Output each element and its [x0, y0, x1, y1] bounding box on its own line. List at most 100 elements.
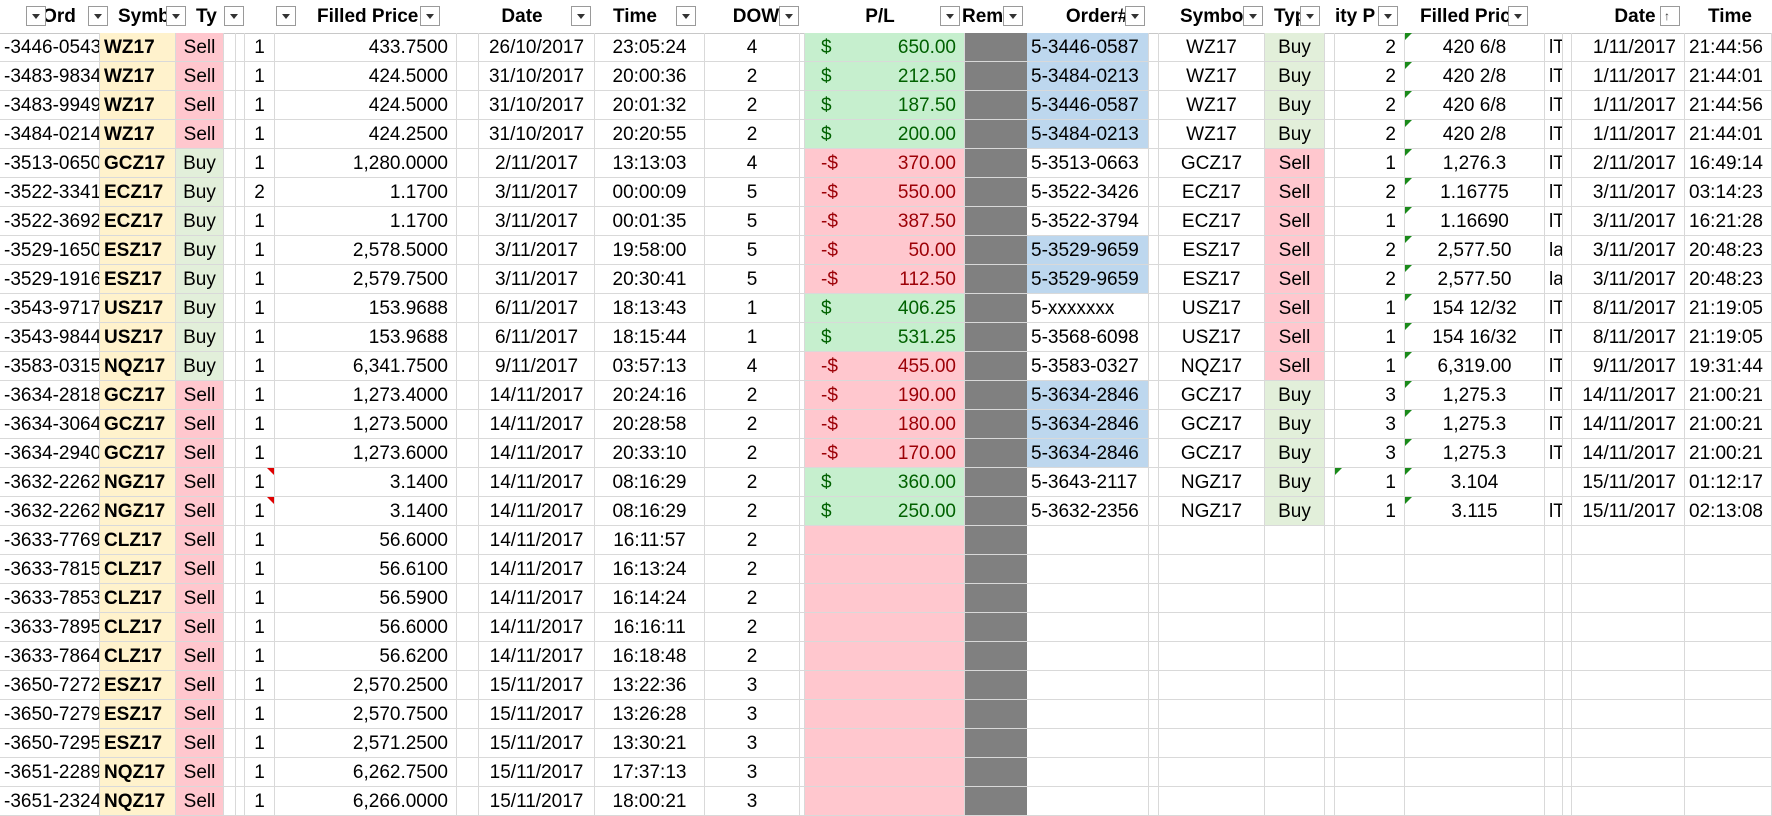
symbol-2-cell[interactable]	[1159, 526, 1265, 555]
spacer-cell[interactable]	[236, 62, 245, 91]
spacer-cell[interactable]	[236, 323, 245, 352]
flag-cell[interactable]	[1545, 671, 1563, 700]
spacer-cell[interactable]	[1149, 265, 1159, 294]
date-cell[interactable]: 14/11/2017	[479, 642, 595, 671]
time-2-cell[interactable]: 21:00:21	[1685, 381, 1772, 410]
symbol-cell[interactable]: CLZ17	[100, 584, 176, 613]
time-cell[interactable]: 08:16:29	[595, 468, 705, 497]
spacer-cell[interactable]	[1325, 468, 1335, 497]
spacer-cell[interactable]	[1325, 410, 1335, 439]
date-cell[interactable]: 14/11/2017	[479, 410, 595, 439]
symbol-2-cell[interactable]: USZ17	[1159, 294, 1265, 323]
type-2-cell[interactable]: Buy	[1265, 468, 1325, 497]
pl-cell[interactable]: 190.00 -$	[805, 381, 965, 410]
filled-price-2-cell[interactable]: 420 6/8	[1405, 91, 1545, 120]
spacer-cell[interactable]	[224, 555, 236, 584]
order-id-cell[interactable]: -3446-0543	[0, 33, 100, 62]
filter-dropdown-icon[interactable]	[420, 6, 440, 26]
symbol-2-cell[interactable]	[1159, 613, 1265, 642]
dow-cell[interactable]: 3	[705, 729, 800, 758]
type-cell[interactable]: Buy	[176, 178, 224, 207]
filled-price-cell[interactable]: 433.7500	[275, 33, 457, 62]
spacer-cell[interactable]	[1149, 62, 1159, 91]
spacer-cell[interactable]	[236, 787, 245, 816]
symbol-cell[interactable]: USZ17	[100, 294, 176, 323]
order-number-cell[interactable]: 5-3643-2117	[1027, 468, 1149, 497]
date-2-cell[interactable]: 14/11/2017	[1572, 381, 1685, 410]
spacer-cell[interactable]	[1149, 671, 1159, 700]
filled-price-cell[interactable]: 424.5000	[275, 91, 457, 120]
quantity-2-cell[interactable]	[1335, 700, 1405, 729]
spacer-cell[interactable]	[236, 149, 245, 178]
quantity-cell[interactable]: 1	[245, 497, 275, 526]
filled-price-2-cell[interactable]: 2,577.50	[1405, 236, 1545, 265]
type-2-cell[interactable]: Sell	[1265, 323, 1325, 352]
spacer-cell[interactable]	[1149, 294, 1159, 323]
spacer-cell[interactable]	[1563, 91, 1572, 120]
time-2-cell[interactable]: 20:48:23	[1685, 236, 1772, 265]
symbol-cell[interactable]: NGZ17	[100, 468, 176, 497]
dow-cell[interactable]: 2	[705, 91, 800, 120]
type-cell[interactable]: Buy	[176, 323, 224, 352]
date-2-cell[interactable]: 15/11/2017	[1572, 468, 1685, 497]
symbol-cell[interactable]: ECZ17	[100, 207, 176, 236]
type-2-cell[interactable]: Buy	[1265, 410, 1325, 439]
quantity-2-cell[interactable]: 2	[1335, 236, 1405, 265]
type-2-cell[interactable]	[1265, 729, 1325, 758]
type-cell[interactable]: Sell	[176, 642, 224, 671]
type-2-cell[interactable]: Sell	[1265, 294, 1325, 323]
order-number-cell[interactable]: 5-3522-3794	[1027, 207, 1149, 236]
order-number-cell[interactable]: 5-3446-0587	[1027, 33, 1149, 62]
filled-price-cell[interactable]: 6,262.7500	[275, 758, 457, 787]
note-cell[interactable]	[457, 120, 479, 149]
symbol-cell[interactable]: ESZ17	[100, 265, 176, 294]
flag-cell[interactable]: lT	[1545, 33, 1563, 62]
spacer-cell[interactable]	[1563, 33, 1572, 62]
dow-cell[interactable]: 3	[705, 758, 800, 787]
spacer-cell[interactable]	[224, 33, 236, 62]
spacer-cell[interactable]	[1149, 236, 1159, 265]
spacer-cell[interactable]	[236, 468, 245, 497]
pl-cell[interactable]: 250.00 $	[805, 497, 965, 526]
note-cell[interactable]	[457, 265, 479, 294]
type-2-cell[interactable]	[1265, 526, 1325, 555]
order-number-cell[interactable]: 5-3513-0663	[1027, 149, 1149, 178]
spacer-cell[interactable]	[1563, 120, 1572, 149]
note-cell[interactable]	[457, 410, 479, 439]
pl-cell[interactable]	[805, 787, 965, 816]
filled-price-2-cell[interactable]: 1,275.3	[1405, 439, 1545, 468]
flag-cell[interactable]	[1545, 468, 1563, 497]
quantity-2-cell[interactable]: 1	[1335, 149, 1405, 178]
quantity-cell[interactable]: 1	[245, 120, 275, 149]
filter-dropdown-icon[interactable]	[276, 6, 296, 26]
quantity-cell[interactable]: 1	[245, 787, 275, 816]
filled-price-cell[interactable]: 2,571.2500	[275, 729, 457, 758]
spacer-cell[interactable]	[1325, 62, 1335, 91]
date-2-cell[interactable]	[1572, 526, 1685, 555]
date-cell[interactable]: 15/11/2017	[479, 671, 595, 700]
symbol-2-cell[interactable]: WZ17	[1159, 33, 1265, 62]
time-cell[interactable]: 17:37:13	[595, 758, 705, 787]
filter-dropdown-icon[interactable]	[1300, 6, 1320, 26]
pl-cell[interactable]	[805, 613, 965, 642]
filled-price-cell[interactable]: 424.2500	[275, 120, 457, 149]
symbol-2-cell[interactable]: ESZ17	[1159, 236, 1265, 265]
quantity-cell[interactable]: 2	[245, 178, 275, 207]
time-cell[interactable]: 00:00:09	[595, 178, 705, 207]
time-2-cell[interactable]	[1685, 555, 1772, 584]
spacer-cell[interactable]	[1325, 207, 1335, 236]
flag-cell[interactable]: lT	[1545, 381, 1563, 410]
spacer-cell[interactable]	[224, 120, 236, 149]
flag-cell[interactable]: lT	[1545, 294, 1563, 323]
spacer-cell[interactable]	[1325, 236, 1335, 265]
time-cell[interactable]: 19:58:00	[595, 236, 705, 265]
date-2-cell[interactable]	[1572, 700, 1685, 729]
note-cell[interactable]	[457, 439, 479, 468]
date-cell[interactable]: 14/11/2017	[479, 497, 595, 526]
time-2-cell[interactable]: 21:19:05	[1685, 323, 1772, 352]
remarks-cell[interactable]	[965, 584, 1027, 613]
spacer-cell[interactable]	[1563, 729, 1572, 758]
time-2-cell[interactable]: 16:49:14	[1685, 149, 1772, 178]
remarks-cell[interactable]	[965, 555, 1027, 584]
symbol-2-cell[interactable]: GCZ17	[1159, 381, 1265, 410]
